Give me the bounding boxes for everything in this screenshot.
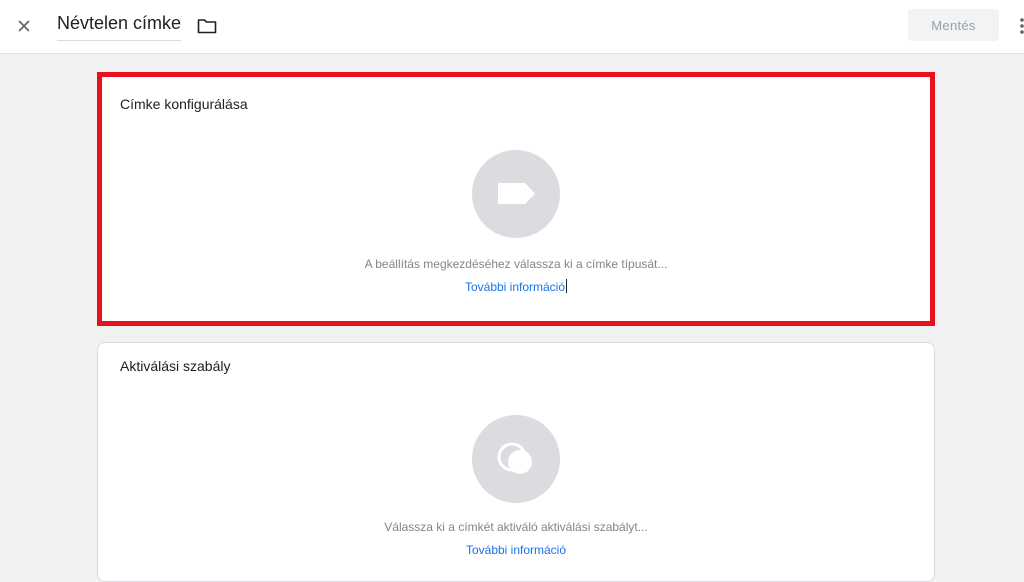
tag-name-input[interactable]: Névtelen címke <box>57 13 182 41</box>
tag-type-picker[interactable] <box>472 150 560 238</box>
tag-learn-more-link[interactable]: További információ <box>102 279 930 294</box>
folder-icon[interactable] <box>196 15 218 37</box>
close-icon[interactable] <box>12 14 36 38</box>
more-vert-icon[interactable] <box>1016 14 1024 38</box>
tag-configuration-hint: A beállítás megkezdéséhez válassza ki a … <box>364 257 668 271</box>
trigger-icon <box>497 442 532 474</box>
tag-learn-more-label[interactable]: További információ <box>465 280 565 294</box>
trigger-picker[interactable] <box>472 415 560 503</box>
text-cursor <box>566 279 568 293</box>
trigger-learn-more-link[interactable]: További információ <box>98 543 934 557</box>
tag-icon <box>498 183 535 204</box>
top-bar: Névtelen címke Mentés <box>0 0 1024 54</box>
triggering-hint: Válassza ki a címkét aktiváló aktiválási… <box>384 520 648 534</box>
save-button[interactable]: Mentés <box>908 9 999 41</box>
tag-configuration-title: Címke konfigurálása <box>120 96 248 112</box>
tag-configuration-card[interactable]: Címke konfigurálása A beállítás megkezdé… <box>97 72 935 326</box>
triggering-title: Aktiválási szabály <box>120 358 231 374</box>
triggering-card[interactable]: Aktiválási szabály Válassza ki a címkét … <box>97 342 935 582</box>
